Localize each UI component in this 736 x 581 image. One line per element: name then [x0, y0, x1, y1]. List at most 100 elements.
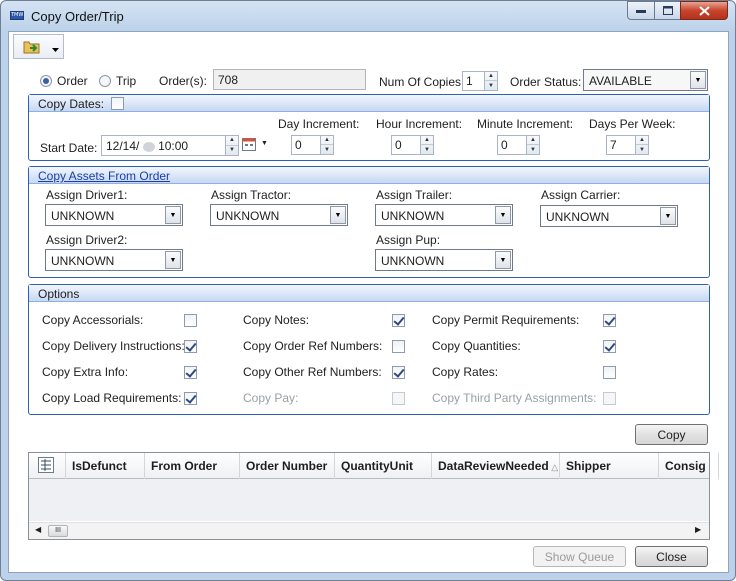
minimize-button[interactable] [627, 1, 655, 20]
hour-increment-spinner[interactable]: ▲ ▼ [420, 135, 434, 155]
spin-up-icon[interactable]: ▲ [321, 136, 333, 145]
driver2-select[interactable]: UNKNOWN ▼ [45, 249, 183, 271]
grid-column-header[interactable]: From Order [145, 453, 240, 479]
day-increment-input[interactable]: 0 [291, 135, 321, 155]
folder-copy-icon [23, 41, 40, 54]
hour-increment-label: Hour Increment: [376, 117, 463, 131]
copy-button[interactable]: Copy [635, 424, 708, 445]
order-radio-label: Order [57, 74, 88, 88]
grid-column-header[interactable]: Consig [659, 453, 719, 479]
grid-column-header[interactable]: Order Number [240, 453, 335, 479]
trip-radio[interactable] [99, 75, 111, 87]
minute-increment-spinner[interactable]: ▲ ▼ [526, 135, 540, 155]
minute-increment-input[interactable]: 0 [497, 135, 527, 155]
option-checkbox[interactable] [184, 340, 197, 353]
chevron-down-icon[interactable]: ▼ [495, 251, 511, 269]
driver2-label: Assign Driver2: [46, 233, 128, 247]
grid-column-header[interactable]: QuantityUnit [335, 453, 432, 479]
spin-down-icon[interactable]: ▼ [226, 146, 238, 156]
copy-assets-link[interactable]: Copy Assets From Order [38, 169, 170, 183]
chevron-down-icon[interactable]: ▼ [165, 206, 181, 224]
scroll-left-icon[interactable]: ◀ [35, 525, 41, 534]
option-checkbox[interactable] [392, 366, 405, 379]
option-checkbox[interactable] [392, 392, 405, 405]
grid-column-header[interactable]: IsDefunct [66, 453, 145, 479]
spin-up-icon[interactable]: ▲ [226, 136, 238, 146]
orders-label: Order(s): [159, 74, 207, 88]
options-header: Options [29, 285, 709, 302]
chevron-down-icon[interactable]: ▼ [165, 251, 181, 269]
close-window-button[interactable] [680, 1, 728, 20]
spin-up-icon[interactable]: ▲ [421, 136, 433, 145]
driver1-select[interactable]: UNKNOWN ▼ [45, 204, 183, 226]
order-radio[interactable] [40, 75, 52, 87]
date-mask [142, 141, 155, 152]
chevron-down-icon[interactable]: ▼ [495, 206, 511, 224]
close-icon [698, 5, 710, 16]
option-checkbox[interactable] [603, 366, 616, 379]
day-increment-spinner[interactable]: ▲ ▼ [320, 135, 334, 155]
spin-up-icon[interactable]: ▲ [527, 136, 539, 145]
title-bar[interactable]: TMW Copy Order/Trip [1, 1, 735, 31]
copy-queue-grid[interactable]: IsDefunct From Order Order Number QuantityU… [28, 452, 719, 540]
calendar-button[interactable]: ▼ [242, 137, 272, 155]
option-checkbox[interactable] [184, 392, 197, 405]
grid-column-header[interactable]: DataReviewNeeded △ [432, 453, 560, 479]
tractor-select[interactable]: UNKNOWN ▼ [210, 204, 348, 226]
days-per-week-spinner[interactable]: ▲ ▼ [635, 135, 649, 155]
copy-assets-group: Copy Assets From Order Assign Driver1: U… [28, 166, 710, 278]
option-checkbox[interactable] [184, 366, 197, 379]
spin-down-icon[interactable]: ▼ [527, 145, 539, 154]
spin-down-icon[interactable]: ▼ [485, 81, 497, 90]
option-checkbox[interactable] [603, 392, 616, 405]
days-per-week-input[interactable]: 7 [606, 135, 636, 155]
chevron-down-icon[interactable]: ▼ [690, 71, 706, 89]
start-date-value: 12/14/ [106, 139, 140, 153]
chevron-down-icon[interactable]: ▼ [330, 206, 346, 224]
minute-increment-label: Minute Increment: [477, 117, 574, 131]
carrier-select[interactable]: UNKNOWN ▼ [540, 205, 678, 227]
order-status-select[interactable]: AVAILABLE ▼ [583, 69, 708, 91]
option-checkbox[interactable] [392, 340, 405, 353]
spin-down-icon[interactable]: ▼ [421, 145, 433, 154]
option-checkbox[interactable] [184, 314, 197, 327]
calendar-icon [242, 138, 256, 151]
spin-up-icon[interactable]: ▲ [485, 72, 497, 81]
chevron-down-icon[interactable]: ▼ [660, 207, 676, 225]
start-date-spinner[interactable]: ▲ ▼ [225, 135, 239, 156]
grid-body[interactable] [29, 479, 709, 521]
option-checkbox[interactable] [603, 314, 616, 327]
option-checkbox[interactable] [603, 340, 616, 353]
scroll-thumb[interactable]: III [48, 525, 68, 537]
trailer-select[interactable]: UNKNOWN ▼ [375, 204, 513, 226]
toolbar-menu-button[interactable] [13, 34, 64, 59]
spin-down-icon[interactable]: ▼ [636, 145, 648, 154]
start-date-input[interactable]: 12/14/ 10:00 [101, 135, 226, 156]
pup-select[interactable]: UNKNOWN ▼ [375, 249, 513, 271]
scroll-right-icon[interactable]: ▶ [695, 525, 701, 534]
copy-dates-checkbox[interactable] [111, 97, 124, 110]
carrier-label: Assign Carrier: [541, 188, 621, 202]
spin-down-icon[interactable]: ▼ [321, 145, 333, 154]
hour-increment-input[interactable]: 0 [391, 135, 421, 155]
dialog-content: Order Trip Order(s): 708 Num Of Copies: … [8, 31, 729, 573]
horizontal-scrollbar[interactable]: ◀ III ▶ [29, 522, 709, 539]
grid-column-header[interactable]: Shipper [560, 453, 659, 479]
option-label: Copy Other Ref Numbers: [243, 365, 382, 379]
spin-up-icon[interactable]: ▲ [636, 136, 648, 145]
option-label: Copy Delivery Instructions: [42, 339, 185, 353]
show-queue-button[interactable]: Show Queue [533, 546, 626, 567]
orders-field[interactable]: 708 [213, 69, 366, 90]
option-label: Copy Quantities: [432, 339, 521, 353]
trip-radio-label: Trip [116, 74, 137, 88]
maximize-button[interactable] [654, 1, 681, 20]
grid-column-chooser[interactable] [29, 453, 66, 479]
option-label: Copy Notes: [243, 313, 310, 327]
tractor-label: Assign Tractor: [211, 188, 292, 202]
num-copies-input[interactable]: 1 [462, 71, 485, 91]
option-label: Copy Accessorials: [42, 313, 144, 327]
option-checkbox[interactable] [392, 314, 405, 327]
sort-ascending-icon: △ [548, 462, 559, 472]
close-button[interactable]: Close [635, 546, 708, 567]
num-copies-spinner[interactable]: ▲ ▼ [484, 71, 498, 91]
